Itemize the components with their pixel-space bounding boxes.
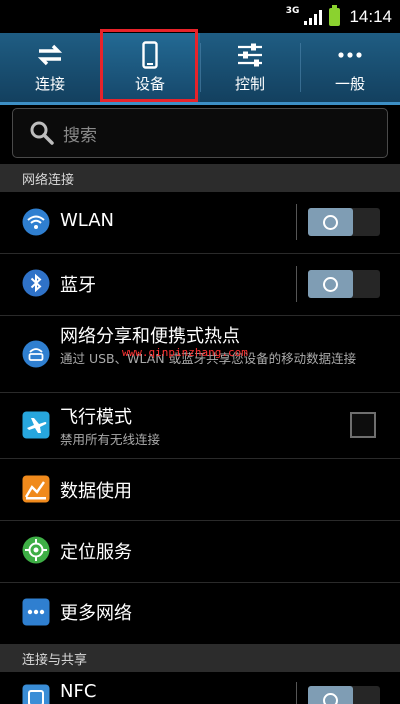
list-item-flight-mode[interactable]: 飞行模式 禁用所有无线连接 (0, 393, 400, 458)
list-item-location-services[interactable]: 定位服务 (0, 521, 400, 582)
row-title: 数据使用 (60, 481, 132, 502)
sliders-control-icon (238, 43, 262, 67)
tab-controls[interactable]: 控制 (200, 33, 300, 102)
location-target-icon (22, 536, 50, 564)
row-subtitle: 禁用所有无线连接 (60, 432, 161, 447)
section-header-connect-share: 连接与共享 (0, 644, 400, 672)
list-item-more-networks[interactable]: 更多网络 (0, 583, 400, 643)
watermark-text: www.qinpinzhang.com (122, 346, 248, 359)
clock: 14:14 (349, 7, 392, 26)
list-item-wlan[interactable]: WLAN (0, 192, 400, 253)
data-usage-chart-icon (22, 475, 50, 503)
row-title: 飞行模式 (60, 407, 132, 428)
router-hotspot-icon (22, 340, 50, 368)
nfc-toggle[interactable] (296, 680, 396, 704)
signal-icon (304, 10, 323, 25)
wifi-icon (22, 208, 50, 236)
tab-label: 控制 (234, 75, 265, 93)
settings-tab-bar: 连接 设备 控制 一般 (0, 33, 400, 105)
tab-general[interactable]: 一般 (300, 33, 400, 102)
search-icon (30, 121, 54, 145)
row-title: 蓝牙 (60, 275, 96, 296)
tab-label: 连接 (34, 75, 65, 93)
search-placeholder: 搜索 (63, 126, 97, 146)
tab-label: 一般 (334, 75, 365, 93)
status-bar: 3G 14:14 (0, 0, 400, 33)
section-header-network: 网络连接 (0, 164, 400, 192)
bluetooth-icon (22, 269, 50, 297)
search-input[interactable]: 搜索 (12, 108, 388, 158)
more-networks-icon (22, 598, 50, 626)
wlan-toggle[interactable] (296, 202, 396, 242)
bluetooth-toggle[interactable] (296, 264, 396, 304)
row-title: WLAN (60, 210, 115, 231)
list-item-data-usage[interactable]: 数据使用 (0, 459, 400, 520)
flight-mode-checkbox[interactable] (350, 412, 376, 438)
list-item-nfc[interactable]: NFC (0, 672, 400, 704)
network-type: 3G (285, 6, 300, 16)
connection-arrows-icon (37, 44, 63, 66)
section-title: 网络连接 (22, 173, 75, 188)
nfc-icon (22, 684, 50, 704)
airplane-icon (22, 411, 50, 439)
tab-connections[interactable]: 连接 (0, 33, 100, 102)
row-title: 定位服务 (60, 542, 132, 563)
row-title: NFC (60, 681, 97, 702)
battery-icon (329, 5, 341, 26)
row-title: 更多网络 (60, 603, 132, 624)
highlight-annotation-box (100, 29, 198, 102)
list-item-bluetooth[interactable]: 蓝牙 (0, 254, 400, 315)
more-dots-icon (338, 52, 362, 58)
row-title: 网络分享和便携式热点 (60, 326, 240, 347)
section-title: 连接与共享 (22, 653, 88, 668)
